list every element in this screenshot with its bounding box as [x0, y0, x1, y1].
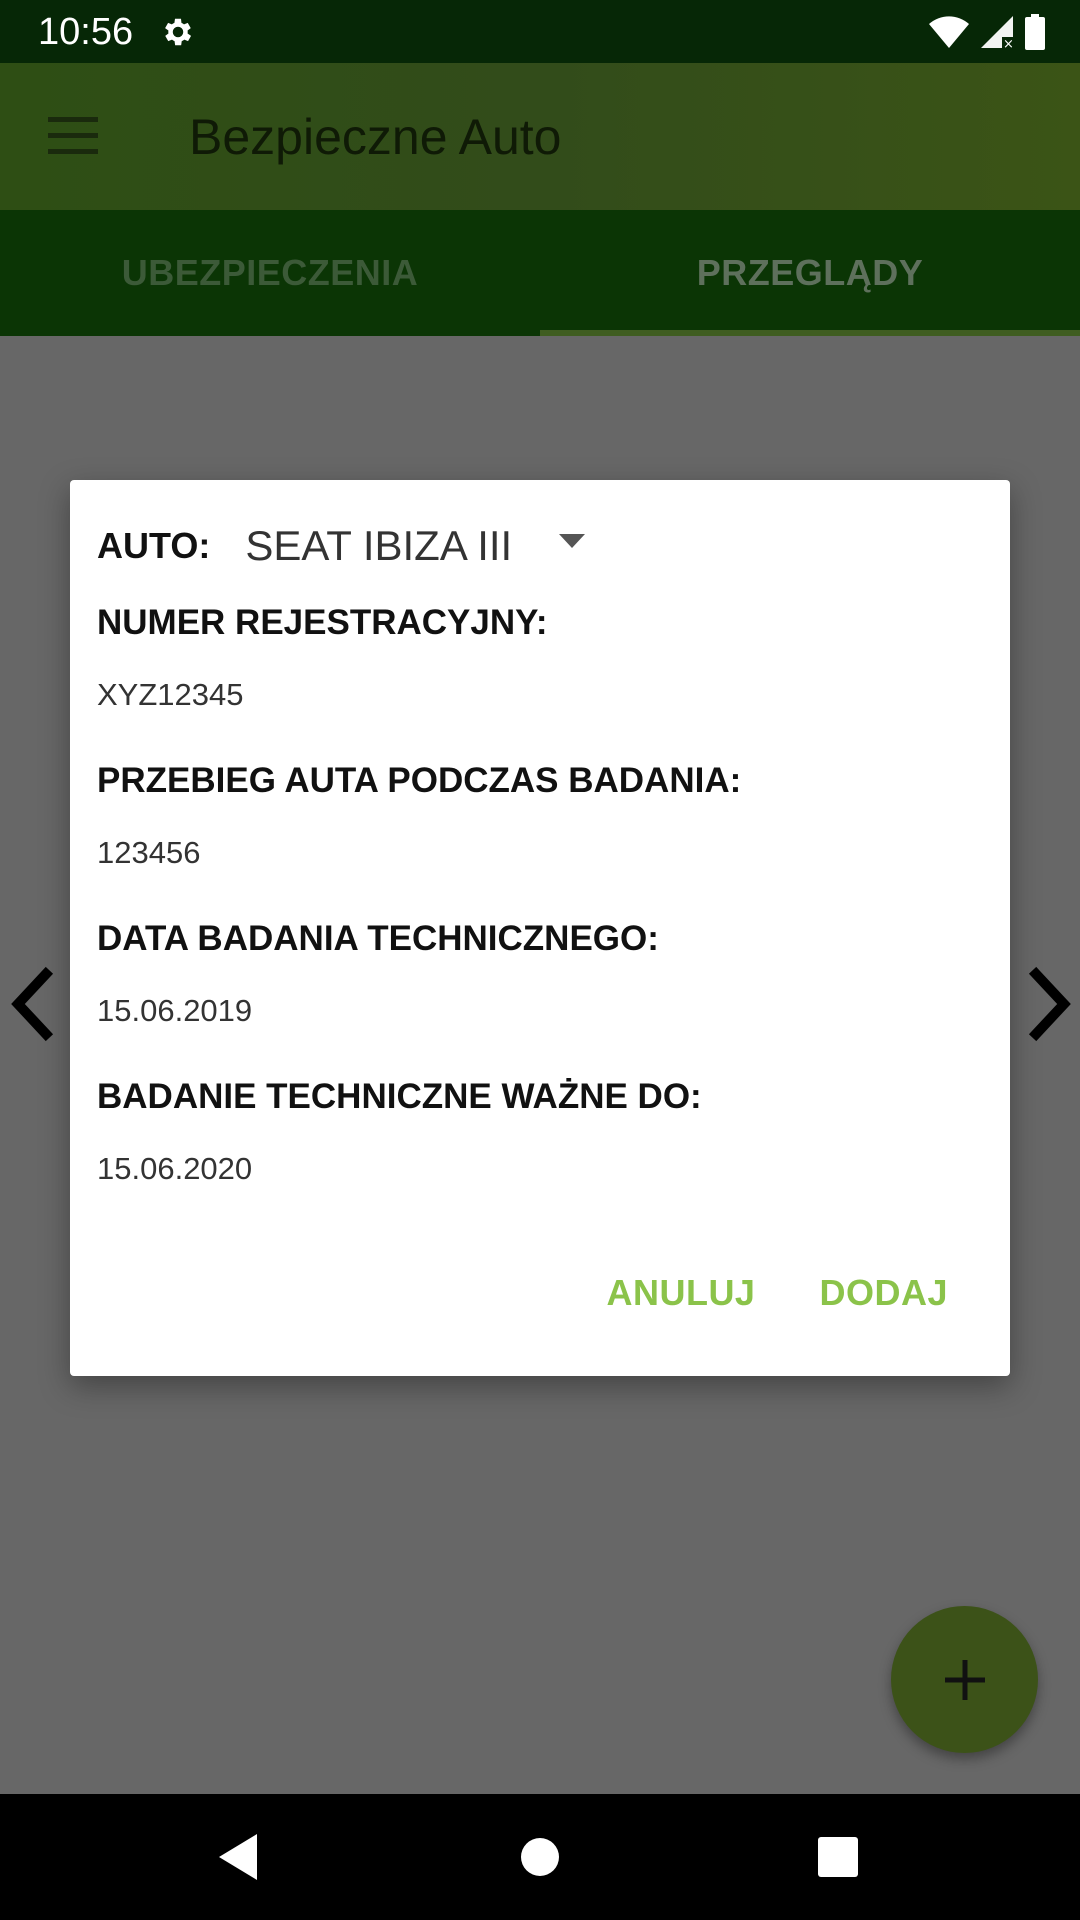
tab-ubezpieczenia[interactable]: UBEZPIECZENIA [0, 210, 540, 336]
add-button[interactable]: DODAJ [819, 1272, 948, 1314]
valid-until-label: BADANIE TECHNICZNE WAŻNE DO: [97, 1077, 702, 1116]
navigation-bar [0, 1794, 1080, 1920]
home-icon[interactable] [505, 1822, 575, 1892]
auto-row: AUTO: SEAT IBIZA III [97, 516, 512, 576]
chevron-right-icon[interactable] [1018, 964, 1078, 1044]
registration-label: NUMER REJESTRACYJNY: [97, 603, 548, 642]
battery-icon [1025, 14, 1045, 50]
valid-until-value[interactable]: 15.06.2020 [97, 1149, 252, 1189]
add-inspection-dialog: AUTO: SEAT IBIZA III NUMER REJESTRACYJNY… [70, 480, 1010, 1376]
signal-icon: × [981, 16, 1014, 49]
status-time: 10:56 [38, 11, 134, 53]
tab-bar: UBEZPIECZENIA PRZEGLĄDY [0, 210, 1080, 336]
app-title: Bezpieczne Auto [189, 109, 562, 165]
mileage-value[interactable]: 123456 [97, 833, 200, 873]
inspection-date-label: DATA BADANIA TECHNICZNEGO: [97, 919, 659, 958]
tab-przeglady[interactable]: PRZEGLĄDY [540, 210, 1080, 336]
svg-text:×: × [1003, 37, 1014, 49]
status-icons: × [928, 12, 1046, 52]
plus-icon [944, 1659, 985, 1700]
status-bar: 10:56 × [0, 0, 1080, 63]
cancel-button[interactable]: ANULUJ [606, 1272, 755, 1314]
add-fab-button[interactable] [891, 1606, 1038, 1753]
dropdown-arrow-icon[interactable] [557, 532, 587, 550]
dialog-actions: ANULUJ DODAJ [606, 1272, 948, 1314]
auto-label: AUTO: [97, 525, 211, 566]
recents-icon[interactable] [803, 1822, 873, 1892]
mileage-label: PRZEBIEG AUTA PODCZAS BADANIA: [97, 761, 742, 800]
inspection-date-value[interactable]: 15.06.2019 [97, 991, 252, 1031]
back-icon[interactable] [205, 1822, 275, 1892]
screen: 10:56 × Bezpieczne Auto UBEZPIECZENIA PR… [0, 0, 1080, 1920]
gear-icon [165, 18, 192, 46]
registration-value[interactable]: XYZ12345 [97, 675, 244, 715]
auto-spinner[interactable]: SEAT IBIZA III [245, 522, 512, 570]
chevron-left-icon[interactable] [4, 964, 64, 1044]
wifi-icon [929, 16, 969, 48]
hamburger-menu-icon[interactable] [48, 117, 98, 155]
app-bar: Bezpieczne Auto [0, 63, 1080, 210]
